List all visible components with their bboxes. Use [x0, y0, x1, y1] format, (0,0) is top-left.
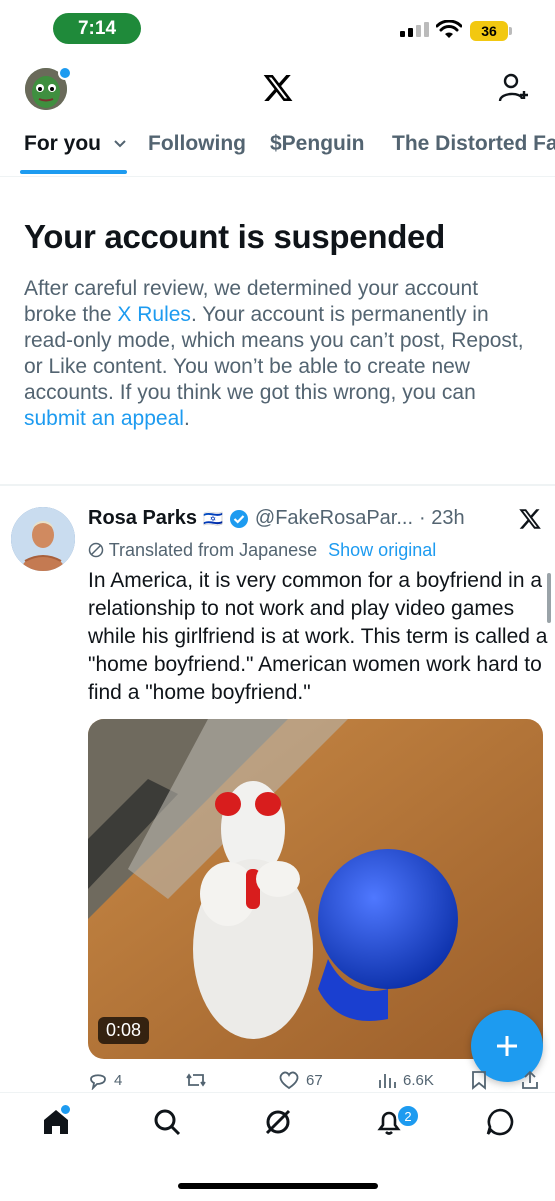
battery-tip: [509, 27, 512, 35]
grok-icon[interactable]: [263, 1107, 293, 1137]
wifi-icon: [436, 20, 462, 38]
bookmark-icon: [472, 1071, 486, 1090]
bookmark-button[interactable]: [470, 1070, 488, 1090]
flag-emoji: 🇮🇱: [202, 510, 223, 528]
post-time: · 23h: [419, 507, 465, 529]
scrollbar[interactable]: [547, 573, 551, 623]
author-handle[interactable]: @FakeRosaPar...: [255, 507, 413, 530]
home-indicator[interactable]: [178, 1183, 378, 1189]
post-video[interactable]: [88, 719, 543, 1059]
translation-row: Translated from Japanese Show original: [88, 540, 436, 561]
plus-icon: [497, 1036, 517, 1056]
show-original-link[interactable]: Show original: [328, 540, 436, 560]
section-divider: [0, 484, 555, 486]
search-icon[interactable]: [152, 1107, 182, 1137]
share-button[interactable]: [520, 1070, 540, 1090]
verified-badge-icon: [229, 509, 248, 528]
reply-icon: [90, 1074, 106, 1090]
submit-appeal-link[interactable]: submit an appeal: [24, 407, 184, 430]
add-user-icon[interactable]: [498, 73, 528, 103]
tab-following[interactable]: Following: [148, 132, 246, 156]
views-button[interactable]: 6.6K: [377, 1070, 434, 1090]
home-unread-dot: [60, 1104, 71, 1115]
translate-icon: [88, 542, 104, 558]
suspension-title: Your account is suspended: [24, 218, 445, 255]
messages-icon[interactable]: [485, 1107, 515, 1137]
battery-icon: 36: [470, 21, 508, 41]
tab-for-you[interactable]: For you: [24, 132, 127, 156]
post-text: In America, it is very common for a boyf…: [88, 569, 548, 704]
chevron-down-icon: [114, 140, 126, 148]
share-icon: [522, 1070, 538, 1089]
notifications-badge: 2: [396, 1104, 420, 1128]
post-actions: 4 67 6.6K: [0, 1070, 555, 1094]
x-logo-icon[interactable]: [262, 72, 294, 104]
tab-penguin[interactable]: $Penguin: [270, 132, 365, 156]
suspension-message: After careful review, we determined your…: [24, 277, 524, 430]
cellular-signal-icon: [400, 22, 429, 37]
like-button[interactable]: 67: [278, 1070, 323, 1090]
reply-button[interactable]: 4: [88, 1070, 122, 1090]
video-duration: 0:08: [98, 1017, 150, 1044]
x-rules-link[interactable]: X Rules: [117, 303, 191, 326]
author-name[interactable]: Rosa Parks: [88, 507, 197, 530]
active-tab-indicator: [20, 170, 127, 174]
unread-dot: [58, 66, 72, 80]
repost-icon: [186, 1073, 206, 1087]
post-header: Rosa Parks 🇮🇱 @FakeRosaPar... · 23h: [88, 507, 465, 530]
x-logo-icon: [519, 509, 541, 529]
tab-the-distorted[interactable]: The Distorted Fa: [392, 132, 555, 156]
post-author-avatar[interactable]: [11, 507, 75, 571]
views-icon: [379, 1074, 396, 1088]
repost-button[interactable]: [185, 1070, 213, 1090]
heart-icon: [279, 1071, 299, 1090]
status-time: 7:14: [53, 13, 141, 44]
